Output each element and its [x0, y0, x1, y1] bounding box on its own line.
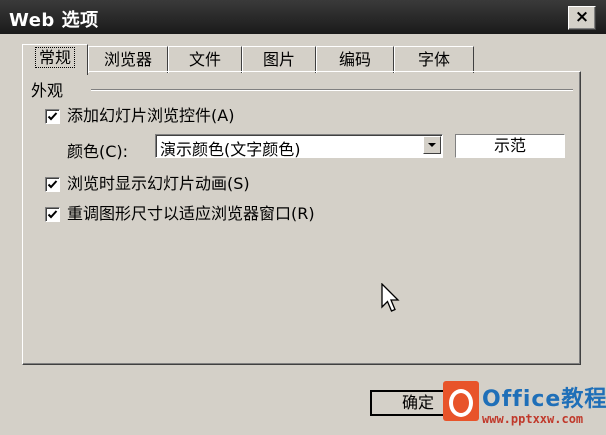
title-bar: Web 选项 × — [0, 0, 606, 34]
close-icon: × — [574, 7, 590, 27]
tab-panel-general: 外观 添加幻灯片浏览控件(A) 颜色(C): 演示颜色(文字颜色) 示范 浏览时… — [22, 71, 581, 365]
option-label: 添加幻灯片浏览控件(A) — [67, 106, 235, 125]
checkbox[interactable] — [45, 177, 60, 192]
tab-files[interactable]: 文件 — [168, 46, 242, 73]
mouse-cursor-icon — [381, 283, 400, 312]
checkbox[interactable] — [45, 207, 60, 222]
chevron-down-icon — [428, 143, 436, 147]
tab-label: 编码 — [338, 50, 371, 69]
close-button[interactable]: × — [568, 6, 596, 30]
watermark-url: www.pptxxw.com — [482, 412, 584, 426]
color-select[interactable]: 演示颜色(文字颜色) — [155, 134, 443, 159]
tab-encoding[interactable]: 编码 — [316, 46, 394, 73]
checkbox[interactable] — [45, 109, 60, 124]
tab-label: 文件 — [188, 50, 221, 69]
tab-general[interactable]: 常规 — [22, 44, 88, 75]
window-title: Web 选项 — [9, 10, 99, 31]
option-label: 重调图形尺寸以适应浏览器窗口(R) — [67, 204, 315, 223]
color-label: 颜色(C): — [67, 142, 129, 161]
dropdown-button[interactable] — [423, 136, 441, 154]
tab-browser[interactable]: 浏览器 — [88, 46, 168, 73]
color-select-value: 演示颜色(文字颜色) — [160, 140, 301, 159]
tab-label: 常规 — [34, 47, 75, 68]
checkmark-icon — [47, 210, 58, 219]
group-divider — [91, 89, 573, 91]
watermark-brand: Office教程网 — [482, 387, 606, 412]
color-preview: 示范 — [455, 134, 565, 158]
tab-label: 图片 — [262, 50, 295, 69]
office-logo-icon — [443, 381, 479, 421]
tab-pictures[interactable]: 图片 — [242, 46, 316, 73]
tab-label: 浏览器 — [103, 50, 152, 69]
group-label-appearance: 外观 — [31, 81, 64, 100]
checkmark-icon — [47, 180, 58, 189]
tab-fonts[interactable]: 字体 — [394, 46, 474, 73]
option-label: 浏览时显示幻灯片动画(S) — [67, 174, 250, 193]
checkmark-icon — [47, 112, 58, 121]
tab-label: 字体 — [417, 50, 450, 69]
